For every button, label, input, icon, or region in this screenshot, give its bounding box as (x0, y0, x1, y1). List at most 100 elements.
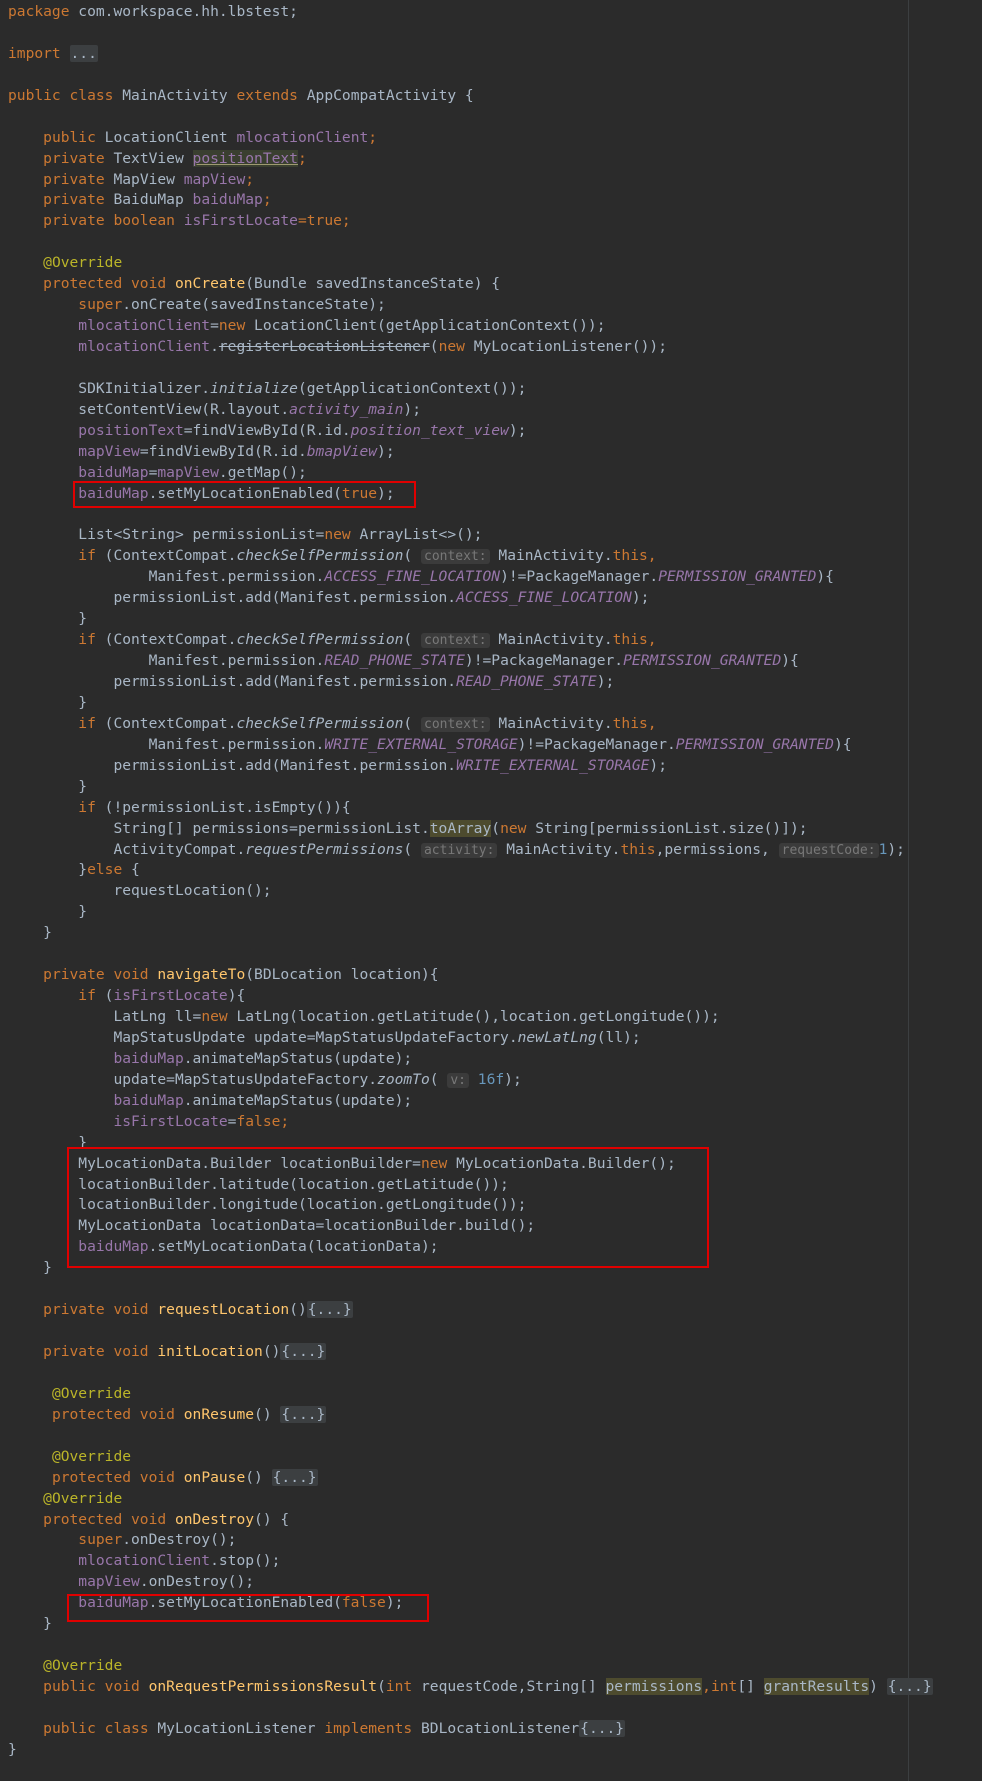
code-line: permissionList.add(Manifest.permission.A… (8, 588, 978, 609)
code-text: .animateMapStatus(update); (183, 1049, 413, 1067)
code-text: ); (508, 421, 527, 439)
keyword: package (8, 3, 70, 20)
type: BaiduMap (104, 191, 193, 209)
field-line: public LocationClient mlocationClient; (8, 128, 978, 149)
class-name: MyLocationListener (148, 1719, 325, 1737)
keyword: public (43, 1719, 96, 1737)
code-text: ,permissions, (655, 840, 770, 858)
code-line: SDKInitializer.initialize(getApplication… (8, 379, 978, 400)
interface-name: BDLocationListener (412, 1719, 580, 1737)
field-name: mlocationClient (78, 1552, 211, 1570)
keyword: new (500, 819, 527, 837)
code-line: } (8, 693, 978, 714)
field-name: baiduMap (78, 1594, 149, 1612)
code-text: ); (403, 400, 421, 418)
code-text: (ContextCompat. (95, 714, 237, 732)
code-line: mlocationClient.stop(); (8, 1551, 978, 1572)
code-text: locationBuilder.longitude(location.getLo… (78, 1196, 527, 1214)
method-signature: protected void onCreate(Bundle savedInst… (8, 274, 978, 295)
static-field: PERMISSION_GRANTED (675, 735, 834, 753)
code-line: baiduMap.setMyLocationEnabled(false); (8, 1593, 978, 1614)
static-method: checkSelfPermission (236, 714, 404, 732)
keyword: new (218, 317, 246, 335)
code-text: ); (887, 840, 905, 858)
code-text: requestCode,String[] (412, 1678, 606, 1695)
keyword: if (78, 547, 96, 565)
folded-code[interactable]: {...} (579, 1719, 626, 1737)
code-text: (ContextCompat. (95, 547, 237, 565)
static-field: activity_main (289, 400, 404, 418)
code-text: SDKInitializer. (78, 379, 211, 397)
code-line: if (isFirstLocate){ (8, 986, 978, 1007)
code-text: MainActivity. (489, 631, 613, 649)
method-name: onRequestPermissionsResult (148, 1678, 378, 1695)
keyword: private (43, 170, 105, 188)
code-text: )!=PackageManager. (500, 568, 659, 586)
params: () (262, 1343, 281, 1360)
static-field: PERMISSION_GRANTED (658, 568, 817, 586)
keyword: class (69, 86, 114, 104)
code-text: MyLocationListener()); (464, 338, 668, 355)
keyword: int (385, 1678, 413, 1695)
code-text: List<String> permissionList= (78, 526, 325, 544)
punct: , (647, 631, 657, 649)
code-line: } (8, 1614, 978, 1635)
code-line: LatLng ll=new LatLng(location.getLatitud… (8, 1007, 978, 1028)
code-text: LocationClient(getApplicationContext()); (245, 317, 606, 335)
code-text: .onDestroy(); (122, 1531, 237, 1549)
field-name: mapView (183, 170, 246, 188)
code-text: } (8, 1740, 17, 1758)
deprecated-method: registerLocationListener (218, 338, 430, 355)
field-name: positionText (78, 421, 184, 439)
field-name: mapView (157, 463, 219, 481)
keyword: extends (236, 86, 298, 104)
code-line: MyLocationData locationData=locationBuil… (8, 1216, 978, 1237)
import-fold[interactable]: ... (69, 44, 98, 62)
type: TextView (104, 149, 193, 167)
code-text: ( (429, 1070, 439, 1088)
static-method: initialize (210, 379, 298, 397)
punct: , (702, 1678, 711, 1695)
field-line: private BaiduMap baiduMap; (8, 190, 978, 211)
code-text: } (78, 777, 88, 795)
annotation: @Override (43, 1489, 123, 1507)
code-text: LatLng ll= (113, 1008, 202, 1025)
keyword: public (43, 128, 96, 146)
method-signature: private void navigateTo(BDLocation locat… (8, 965, 978, 986)
folded-code[interactable]: {...} (306, 1301, 353, 1319)
annotation-line: @Override (8, 1489, 978, 1510)
static-field: PERMISSION_GRANTED (623, 652, 782, 670)
code-text: ); (504, 1070, 522, 1088)
code-line: positionText=findViewById(R.id.position_… (8, 421, 978, 442)
keyword: public void (43, 1678, 140, 1695)
keyword: this (612, 714, 648, 732)
code-text: requestLocation(); (113, 882, 272, 900)
code-text: MainActivity. (489, 714, 613, 732)
code-editor[interactable]: package com.workspace.hh.lbstest; import… (0, 0, 982, 1781)
static-field: WRITE_EXTERNAL_STORAGE (456, 756, 650, 774)
keyword: new (420, 1154, 448, 1172)
keyword: protected void (51, 1468, 175, 1486)
folded-code[interactable]: {...} (280, 1343, 327, 1360)
folded-code[interactable]: {...} (280, 1405, 327, 1423)
field-name: isFirstLocate (113, 987, 228, 1005)
code-text: .setMyLocationData(locationData); (148, 1238, 439, 1256)
code-text: MyLocationData.Builder(); (447, 1154, 676, 1172)
code-line: if (ContextCompat.checkSelfPermission( c… (8, 546, 978, 567)
field-name: baiduMap (78, 463, 149, 481)
folded-code[interactable]: {...} (271, 1468, 318, 1486)
field-name: positionText (192, 149, 298, 167)
code-text: } (78, 903, 88, 921)
folded-code[interactable]: {...} (886, 1678, 933, 1695)
annotation: @Override (43, 1657, 123, 1675)
code-text: . (210, 338, 219, 355)
method-name: navigateTo (157, 966, 246, 984)
keyword: false (236, 1112, 281, 1130)
type (175, 212, 184, 229)
